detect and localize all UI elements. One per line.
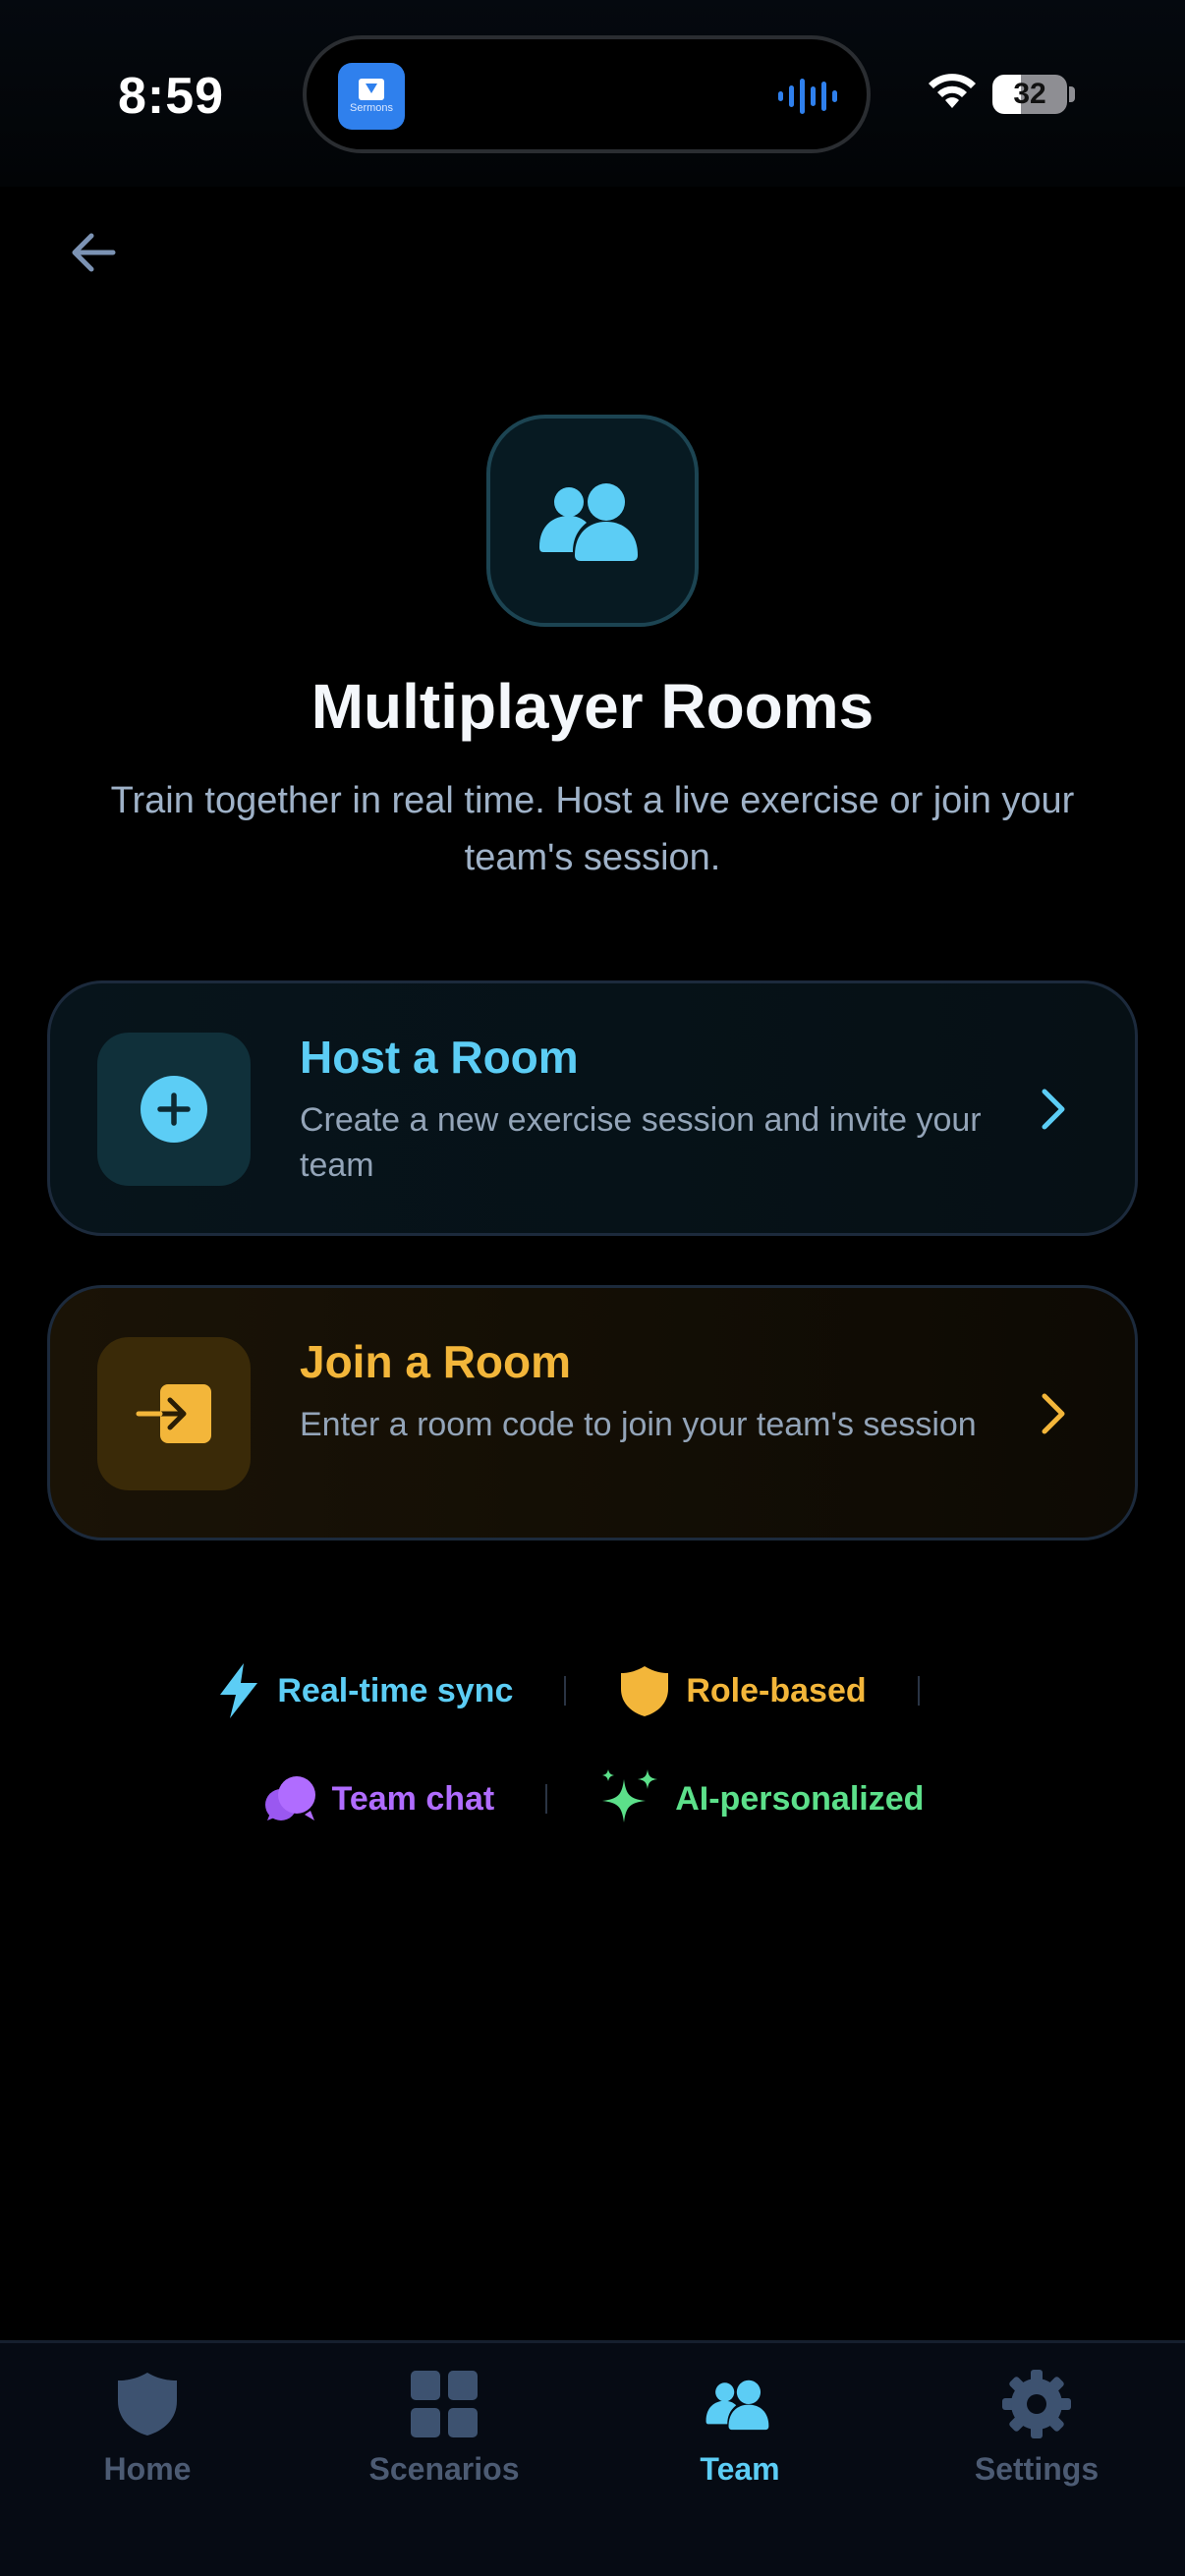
join-room-description: Enter a room code to join your team's se… [300,1406,977,1443]
island-app-icon: Sermons [338,63,405,130]
features-row: Team chat AI-personalized [0,1764,1185,1833]
grid-icon [407,2367,481,2441]
host-room-description: Create a new exercise session and invite… [300,1101,982,1184]
audio-wave-icon [778,77,837,116]
feature-label: Real-time sync [277,1671,514,1709]
tab-team[interactable]: Team [622,2367,858,2504]
enter-icon [136,1384,211,1443]
divider [564,1676,567,1706]
battery-cap [1069,86,1075,102]
plus-circle-icon [141,1076,207,1143]
status-time: 8:59 [118,68,225,125]
dynamic-island: Sermons [303,35,871,153]
page-title: Multiplayer Rooms [310,671,875,742]
feature-ai-personalized: AI-personalized [598,1767,924,1830]
tab-settings[interactable]: Settings [919,2367,1155,2504]
feature-label: Team chat [331,1779,495,1818]
tab-label: Scenarios [368,2451,520,2487]
users-icon [703,2367,777,2441]
arrow-left-icon [72,233,116,272]
lightning-icon [220,1663,258,1718]
status-bar: 8:59 Sermons 32 [0,0,1185,187]
back-button[interactable] [59,218,128,287]
join-icon-box [97,1337,251,1490]
feature-label: Role-based [686,1671,867,1709]
features-row: Real-time sync Role-based [0,1656,1185,1725]
battery-icon: 32 [992,75,1067,114]
sparkles-icon [602,1769,658,1822]
tab-label: Settings [974,2451,1100,2487]
sermons-logo-icon [359,79,384,100]
tab-bar: Home Scenarios Team Settings [0,2340,1185,2576]
join-room-card[interactable]: Join a Room Enter a room code to join yo… [47,1285,1138,1540]
tab-home[interactable]: Home [29,2367,265,2504]
island-app-label: Sermons [349,102,394,114]
tab-scenarios[interactable]: Scenarios [326,2367,562,2504]
host-room-title: Host a Room [300,1032,579,1083]
tab-label: Team [700,2451,780,2487]
hero-users-badge [486,415,699,627]
feature-realtime-sync: Real-time sync [214,1661,513,1720]
feature-role-based: Role-based [617,1663,867,1718]
users-icon [539,483,638,561]
chat-bubbles-icon [264,1776,315,1820]
tab-label: Home [103,2451,192,2487]
wifi-icon [929,74,976,108]
join-room-title: Join a Room [300,1336,572,1387]
battery-level: 32 [1013,78,1046,110]
host-room-card[interactable]: Host a Room Create a new exercise sessio… [47,980,1138,1236]
divider [545,1784,548,1814]
page-subtitle: Train together in real time. Host a live… [110,780,1075,878]
shield-icon [110,2367,185,2441]
gear-icon [999,2367,1074,2441]
feature-team-chat: Team chat [261,1771,495,1826]
app-screen: 8:59 Sermons 32 Multiplayer Rooms Train … [0,0,1185,2576]
feature-label: AI-personalized [675,1779,925,1818]
chevron-right-icon [1042,1393,1065,1434]
divider [917,1676,920,1706]
chevron-right-icon [1042,1089,1065,1130]
shield-icon [621,1666,669,1716]
host-icon-box [97,1033,251,1186]
